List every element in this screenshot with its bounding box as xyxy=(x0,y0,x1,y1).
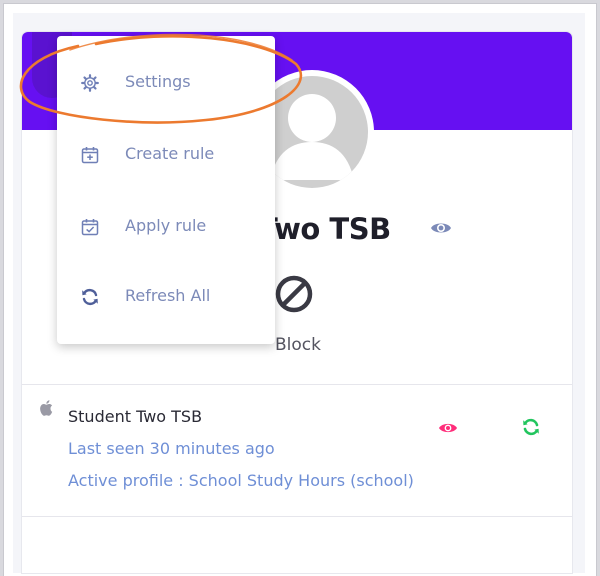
device-name: Student Two TSB xyxy=(68,407,203,426)
active-profile-text: Active profile : School Study Hours (sch… xyxy=(68,471,414,490)
menu-item-label: Create rule xyxy=(125,144,215,163)
refresh-icon xyxy=(81,288,99,306)
menu-item-label: Settings xyxy=(125,72,191,91)
menu-item-apply-rule[interactable]: Apply rule xyxy=(57,200,275,256)
calendar-plus-icon xyxy=(81,146,99,164)
divider xyxy=(22,384,572,385)
device-refresh-icon[interactable] xyxy=(522,418,540,440)
device-view-icon[interactable] xyxy=(438,420,458,439)
last-seen-text: Last seen 30 minutes ago xyxy=(68,439,275,458)
gear-icon xyxy=(81,74,99,92)
block-icon[interactable] xyxy=(274,274,314,318)
divider xyxy=(22,516,572,517)
calendar-check-icon xyxy=(81,218,99,236)
view-icon[interactable] xyxy=(430,220,452,240)
menu-item-label: Refresh All xyxy=(125,286,211,305)
menu-item-label: Apply rule xyxy=(125,216,207,235)
menu-item-create-rule[interactable]: Create rule xyxy=(57,128,275,184)
context-menu: Settings Create rule Apply rule Refresh … xyxy=(57,36,275,344)
student-name: Two TSB xyxy=(258,212,391,246)
menu-item-settings[interactable]: Settings xyxy=(57,56,275,112)
apple-icon xyxy=(40,400,54,420)
menu-item-refresh-all[interactable]: Refresh All xyxy=(57,270,275,326)
